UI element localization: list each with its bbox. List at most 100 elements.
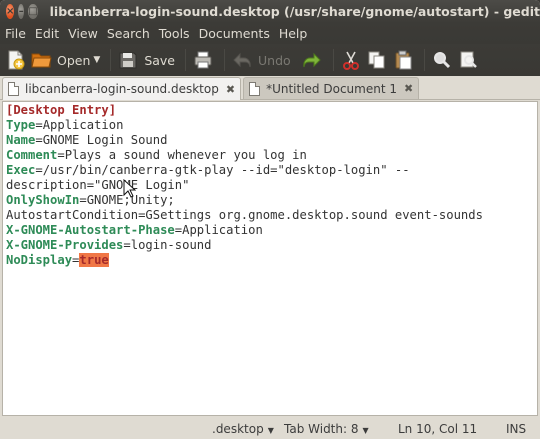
close-icon: × bbox=[6, 5, 15, 17]
selected-text: true bbox=[79, 253, 109, 267]
open-button[interactable]: Open ▼ bbox=[30, 47, 100, 73]
menu-bar: File Edit View Search Tools Documents He… bbox=[0, 23, 540, 44]
copy-button[interactable] bbox=[366, 47, 388, 73]
minimize-window-button[interactable]: – bbox=[18, 4, 25, 19]
text-editor[interactable]: [Desktop Entry] Type=Application Name=GNOM… bbox=[2, 101, 538, 416]
toolbar-separator bbox=[185, 49, 186, 71]
equals-sign: = bbox=[35, 163, 43, 177]
toolbar: Open ▼ Save Undo bbox=[0, 44, 540, 76]
document-icon bbox=[8, 82, 19, 96]
gedit-window: × – □ libcanberra-login-sound.desktop (/… bbox=[0, 0, 540, 439]
menu-tools[interactable]: Tools bbox=[159, 26, 190, 41]
save-icon bbox=[117, 49, 139, 71]
redo-icon bbox=[301, 49, 323, 71]
close-window-button[interactable]: × bbox=[6, 4, 15, 19]
menu-help[interactable]: Help bbox=[279, 26, 308, 41]
chevron-down-icon: ▼ bbox=[267, 426, 274, 435]
config-key: X-GNOME-Autostart-Phase bbox=[6, 223, 175, 237]
menu-documents[interactable]: Documents bbox=[199, 26, 270, 41]
tab-label: libcanberra-login-sound.desktop bbox=[25, 82, 219, 96]
cut-button[interactable] bbox=[340, 47, 362, 73]
chevron-down-icon: ▼ bbox=[362, 426, 369, 435]
tab-width-label: Tab Width: 8 bbox=[284, 422, 359, 436]
window-title: libcanberra-login-sound.desktop (/usr/sh… bbox=[49, 4, 540, 19]
language-label: .desktop bbox=[212, 422, 264, 436]
paste-button[interactable] bbox=[392, 47, 414, 73]
equals-sign: = bbox=[79, 193, 87, 207]
config-key: X-GNOME-Provides bbox=[6, 238, 124, 252]
config-key: Name bbox=[6, 133, 36, 147]
editor-line: Type=Application bbox=[6, 118, 534, 133]
language-selector[interactable]: .desktop ▼ bbox=[212, 422, 274, 436]
maximize-icon: □ bbox=[28, 5, 38, 17]
section-header: [Desktop Entry] bbox=[6, 103, 117, 117]
editor-line: AutostartCondition=GSettings org.gnome.d… bbox=[6, 208, 534, 223]
editor-line: [Desktop Entry] bbox=[6, 103, 534, 118]
config-value: login-sound bbox=[130, 238, 212, 252]
equals-sign: = bbox=[35, 118, 43, 132]
folder-open-icon bbox=[30, 49, 52, 71]
config-key: OnlyShowIn bbox=[6, 193, 80, 207]
tab-bar: libcanberra-login-sound.desktop ✖ *Untit… bbox=[0, 76, 540, 100]
find-button[interactable] bbox=[431, 47, 453, 73]
paste-icon bbox=[392, 49, 414, 71]
new-document-icon bbox=[4, 49, 26, 71]
mouse-pointer-icon bbox=[122, 178, 137, 199]
menu-file[interactable]: File bbox=[5, 26, 26, 41]
close-tab-icon[interactable]: ✖ bbox=[226, 83, 235, 96]
find-replace-icon bbox=[457, 49, 479, 71]
toolbar-separator bbox=[423, 49, 425, 71]
config-key: NoDisplay bbox=[6, 253, 73, 267]
equals-sign: = bbox=[174, 223, 183, 237]
toolbar-separator bbox=[332, 49, 334, 71]
config-key: Type bbox=[6, 118, 36, 132]
minimize-icon: – bbox=[18, 5, 24, 17]
close-tab-icon[interactable]: ✖ bbox=[404, 82, 413, 95]
editor-line: X-GNOME-Autostart-Phase=Application bbox=[6, 223, 534, 238]
tab-untitled-document[interactable]: *Untitled Document 1 ✖ bbox=[243, 77, 420, 99]
menu-edit[interactable]: Edit bbox=[35, 26, 59, 41]
document-icon bbox=[249, 81, 261, 96]
plain-text: AutostartCondition=GSettings org.gnome.d… bbox=[6, 208, 483, 222]
maximize-window-button[interactable]: □ bbox=[28, 4, 38, 19]
print-button[interactable] bbox=[192, 47, 214, 73]
new-document-button[interactable] bbox=[4, 47, 26, 73]
undo-button[interactable]: Undo bbox=[231, 47, 291, 73]
save-label: Save bbox=[144, 52, 175, 68]
toolbar-separator bbox=[224, 49, 225, 71]
chevron-down-icon[interactable]: ▼ bbox=[93, 55, 100, 65]
undo-label: Undo bbox=[258, 52, 291, 68]
config-value: /usr/bin/canberra-gtk-play --id="desktop… bbox=[42, 163, 410, 177]
search-icon bbox=[431, 49, 453, 71]
tab-width-selector[interactable]: Tab Width: 8 ▼ bbox=[284, 422, 369, 436]
printer-icon bbox=[192, 49, 214, 71]
menu-search[interactable]: Search bbox=[107, 26, 150, 41]
editor-line: description="GNOME Login" bbox=[6, 178, 534, 193]
cursor-position: Ln 10, Col 11 bbox=[398, 422, 478, 436]
toolbar-separator bbox=[110, 49, 112, 71]
redo-button[interactable] bbox=[301, 47, 323, 73]
tab-label: *Untitled Document 1 bbox=[266, 81, 397, 96]
title-bar[interactable]: × – □ libcanberra-login-sound.desktop (/… bbox=[0, 0, 540, 23]
status-bar: .desktop ▼ Tab Width: 8 ▼ Ln 10, Col 11 IN… bbox=[0, 420, 540, 439]
insert-mode: INS bbox=[506, 422, 527, 436]
plain-text: description="GNOME Login" bbox=[6, 178, 190, 192]
equals-sign: = bbox=[57, 148, 65, 162]
config-value: GNOME Login Sound bbox=[42, 133, 168, 147]
editor-line: Exec=/usr/bin/canberra-gtk-play --id="de… bbox=[6, 163, 534, 178]
menu-view[interactable]: View bbox=[68, 26, 98, 41]
scissors-icon bbox=[340, 49, 362, 71]
editor-line: NoDisplay=true bbox=[6, 253, 534, 268]
config-value: Application bbox=[42, 118, 124, 132]
config-value: Plays a sound whenever you log in bbox=[64, 148, 307, 162]
tab-libcanberra[interactable]: libcanberra-login-sound.desktop ✖ bbox=[2, 77, 242, 100]
editor-line: OnlyShowIn=GNOME;Unity; bbox=[6, 193, 534, 208]
find-replace-button[interactable] bbox=[457, 47, 479, 73]
save-button[interactable]: Save bbox=[117, 47, 175, 73]
editor-line: Comment=Plays a sound whenever you log i… bbox=[6, 148, 534, 163]
copy-icon bbox=[366, 49, 388, 71]
equals-sign: = bbox=[35, 133, 43, 147]
config-key: Comment bbox=[6, 148, 58, 162]
open-label: Open bbox=[57, 52, 91, 68]
equals-sign: = bbox=[123, 238, 131, 252]
